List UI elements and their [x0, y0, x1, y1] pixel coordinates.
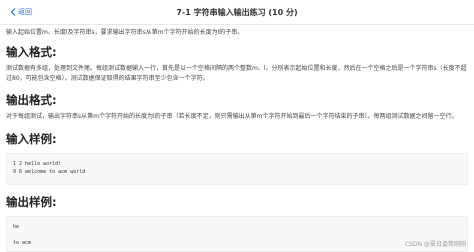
output-format-heading: 输出格式:	[6, 93, 57, 107]
csdn-watermark: CSDN @夏日姿势刚刚	[404, 241, 466, 248]
code-line: he	[13, 224, 20, 230]
problem-intro: 输入起始位置m、长度l及字符串s，要求输出字符串s从第m个字符开始的长度为l的子…	[6, 29, 244, 36]
problem-content: 输入起始位置m、长度l及字符串s，要求输出字符串s从第m个字符开始的长度为l的子…	[6, 28, 468, 252]
sample-input-code: 1 2 hello world! 9 6 welcome to acm worl…	[6, 153, 468, 185]
top-bar: 返回 7-1 字符串输入输出练习 (10 分)	[0, 0, 474, 25]
output-format-description: 对于每组测试，输出字符串s从第m个字符开始的长度为l的子串（若长度不足，则只需输…	[6, 113, 458, 120]
code-line: 1 2 hello world!	[13, 161, 62, 167]
sample-input-heading: 输入样例:	[6, 132, 57, 146]
page-title: 7-1 字符串输入输出练习 (10 分)	[176, 8, 298, 17]
code-line: 9 6 welcome to acm world	[13, 169, 86, 175]
code-line: to acm	[13, 240, 32, 246]
input-format-description: 测试数据有多组，处理到文件尾。每组测试数据输入一行，首先是以一个空格间隔的两个整…	[6, 65, 467, 82]
sample-output-code: he to acm	[6, 216, 468, 252]
sample-output-heading: 输出样例:	[6, 195, 57, 209]
input-format-heading: 输入格式:	[6, 45, 57, 59]
